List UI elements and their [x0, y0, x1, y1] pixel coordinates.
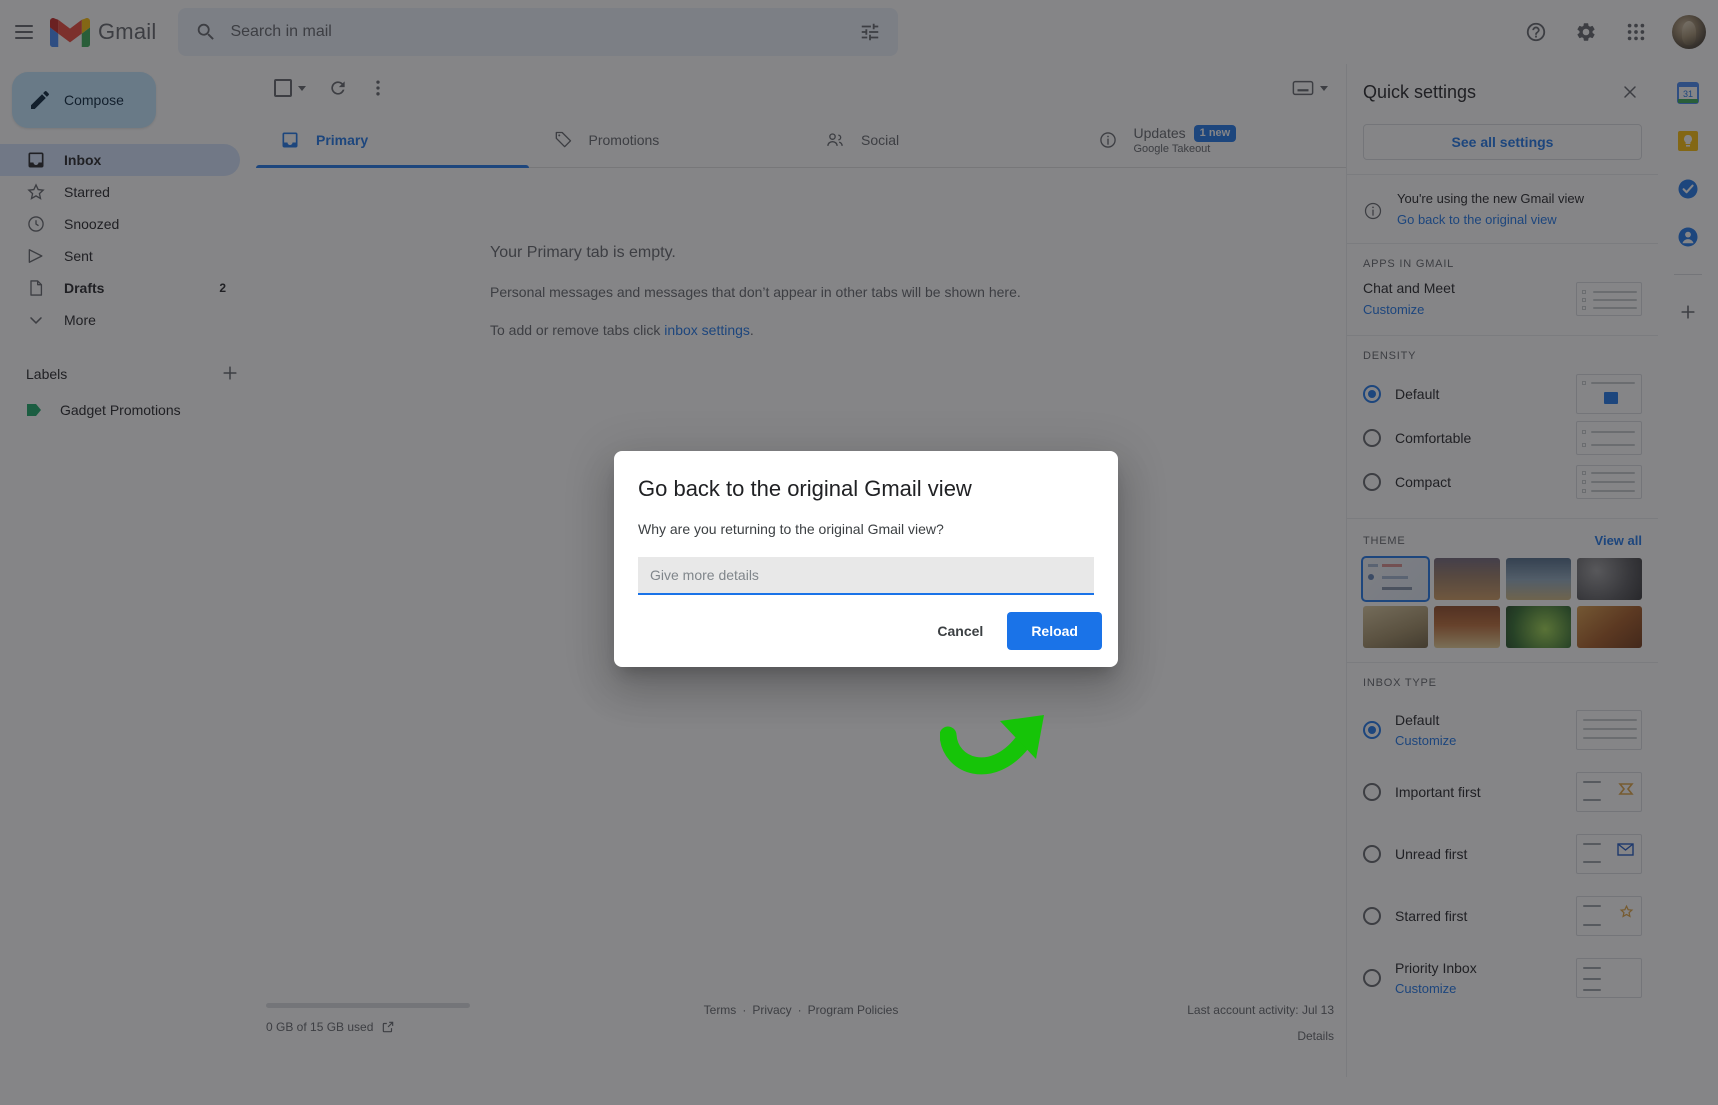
dialog-title: Go back to the original Gmail view — [638, 475, 1094, 503]
cancel-button[interactable]: Cancel — [921, 613, 999, 649]
go-back-original-view-dialog: Go back to the original Gmail view Why a… — [614, 451, 1118, 667]
reload-button[interactable]: Reload — [1007, 612, 1102, 650]
details-field-wrapper[interactable] — [638, 557, 1094, 595]
dialog-actions: Cancel Reload — [638, 595, 1102, 667]
details-input[interactable] — [650, 567, 1082, 583]
gmail-app-window: Gmail Compose — [0, 0, 1718, 1105]
dialog-subtitle: Why are you returning to the original Gm… — [638, 521, 1094, 537]
